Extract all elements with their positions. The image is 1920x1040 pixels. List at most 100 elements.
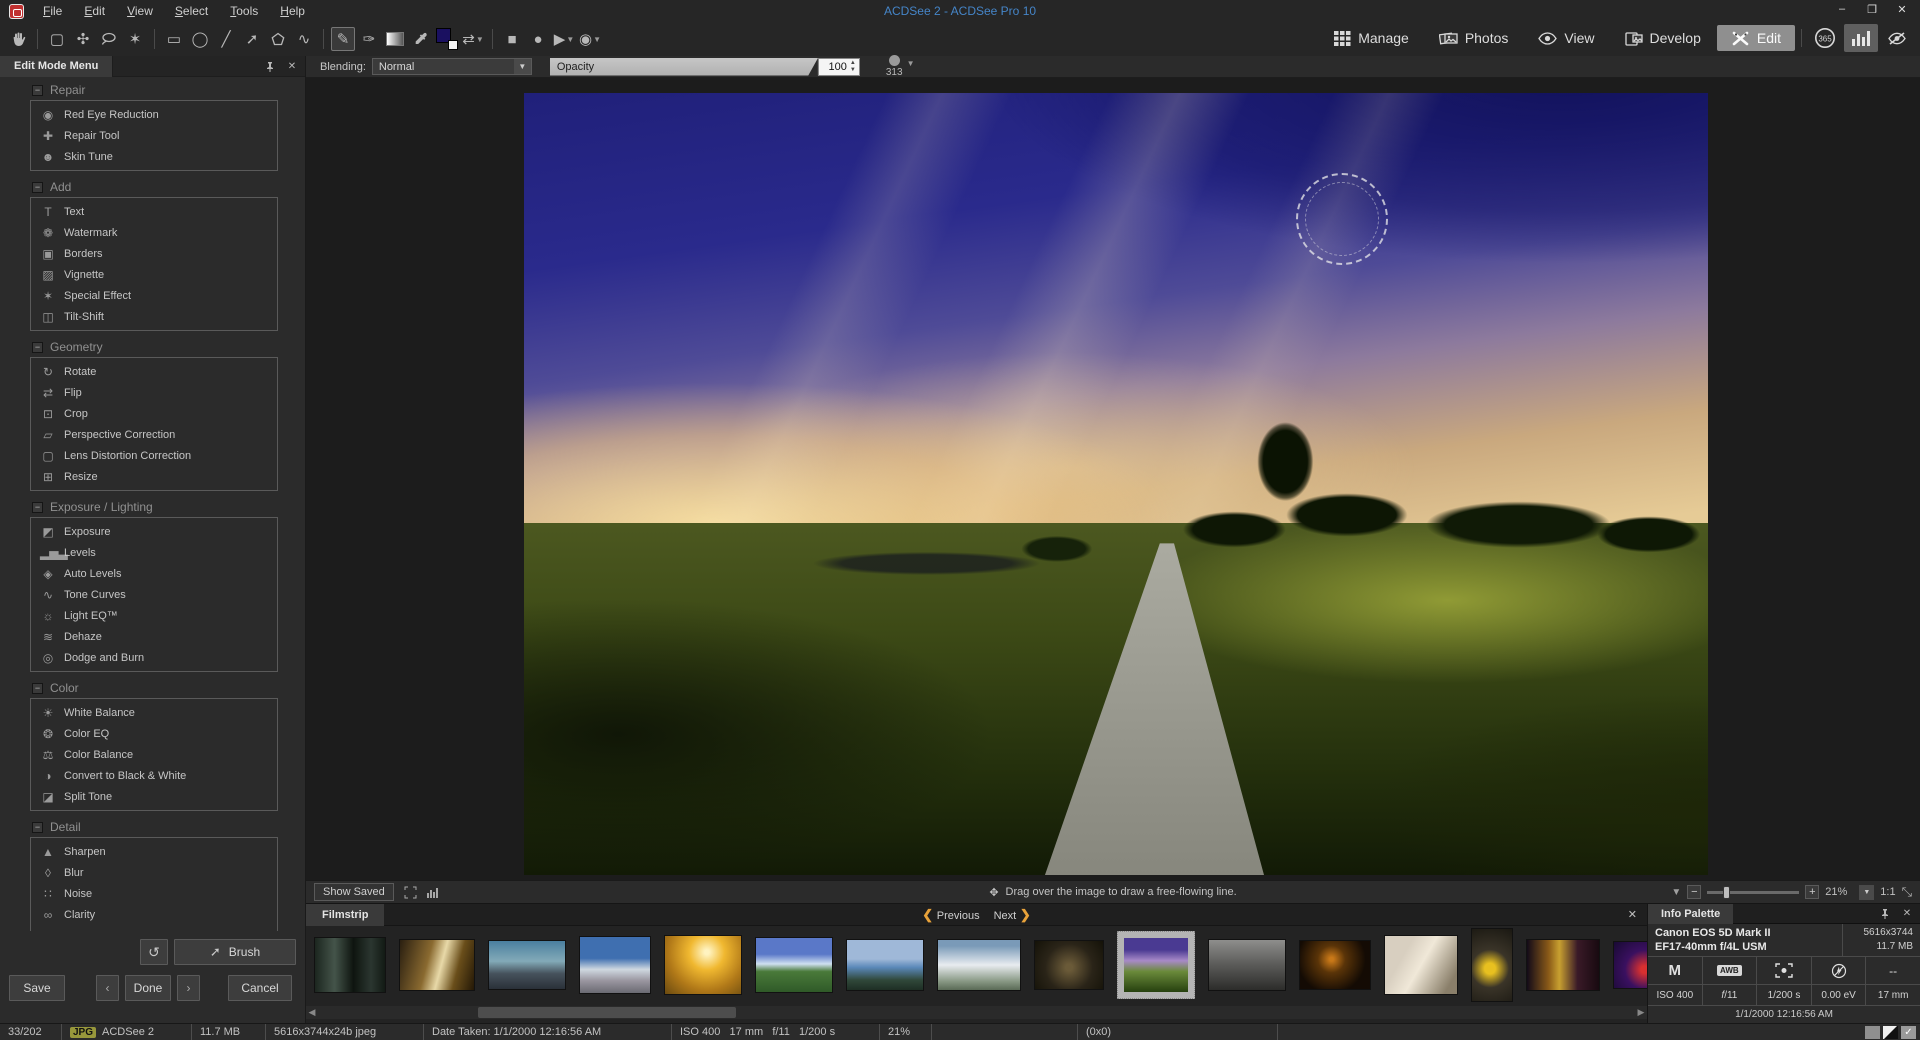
menu-item-white-balance[interactable]: ☀White Balance [31, 702, 277, 723]
menu-item-blur[interactable]: ◊Blur [31, 862, 277, 883]
opacity-value-input[interactable]: 100 ▲▼ [818, 58, 860, 76]
next-arrow-button[interactable]: › [177, 975, 200, 1001]
thumbnail-city-sky[interactable] [579, 936, 651, 994]
marquee-select-tool-icon[interactable]: ▢ [45, 27, 69, 51]
thumbnail-night-bottles[interactable] [1526, 939, 1600, 991]
photo-preview[interactable] [524, 93, 1708, 875]
menu-item-split-tone[interactable]: ◪Split Tone [31, 786, 277, 807]
mode-button-edit[interactable]: Edit [1717, 25, 1795, 51]
menu-item-perspective-correction[interactable]: ▱Perspective Correction [31, 424, 277, 445]
menu-item-watermark[interactable]: ❁Watermark [31, 222, 277, 243]
ellipse-shape-tool-icon[interactable]: ◯ [188, 27, 212, 51]
zoom-in-button[interactable]: + [1805, 885, 1819, 899]
menu-item-vignette[interactable]: ▨Vignette [31, 264, 277, 285]
menu-item-dehaze[interactable]: ≋Dehaze [31, 626, 277, 647]
close-icon[interactable]: ✕ [1628, 908, 1637, 921]
save-button[interactable]: Save [9, 975, 65, 1001]
thumbnail-meadow-sun[interactable] [755, 937, 833, 993]
zoom-slider-knob[interactable] [1723, 886, 1730, 899]
mode-button-manage[interactable]: Manage [1320, 25, 1423, 51]
polygon-shape-tool-icon[interactable] [266, 27, 290, 51]
menu-item-special-effect[interactable]: ✶Special Effect [31, 285, 277, 306]
image-canvas[interactable]: Show Saved ✥ Drag over the image to draw… [306, 78, 1920, 903]
pin-icon[interactable] [1878, 907, 1892, 921]
collapse-icon[interactable]: − [32, 342, 43, 353]
previous-button[interactable]: ❮ Previous [922, 907, 979, 923]
collapse-triangle-icon[interactable]: ▼ [1671, 887, 1681, 898]
fullscreen-icon[interactable] [404, 886, 417, 899]
menu-item-clarity[interactable]: ∞Clarity [31, 904, 277, 925]
menu-item-dodge-and-burn[interactable]: ◎Dodge and Burn [31, 647, 277, 668]
menu-item-exposure[interactable]: ◩Exposure [31, 521, 277, 542]
menu-item-rotate[interactable]: ↻Rotate [31, 361, 277, 382]
menu-item-lens-distortion-correction[interactable]: ▢Lens Distortion Correction [31, 445, 277, 466]
opacity-slider[interactable]: Opacity [550, 58, 818, 76]
thumbnail-light-trails[interactable] [399, 939, 475, 991]
close-icon[interactable]: ✕ [285, 59, 299, 73]
close-icon[interactable]: ✕ [1900, 907, 1914, 921]
menu-item-tilt-shift[interactable]: ◫Tilt-Shift [31, 306, 277, 327]
zoom-dropdown-button[interactable]: ▼ [1859, 885, 1874, 900]
collapse-icon[interactable]: − [32, 502, 43, 513]
rectangle-shape-tool-icon[interactable]: ▭ [162, 27, 186, 51]
scrollbar-handle[interactable] [478, 1007, 736, 1018]
arrow-shape-tool-icon[interactable]: ➚ [240, 27, 264, 51]
group-header[interactable]: −Detail [0, 820, 305, 834]
restore-button[interactable]: ❐ [1858, 0, 1886, 18]
menu-item-color-balance[interactable]: ⚖Color Balance [31, 744, 277, 765]
thumbnail-big-cloud[interactable] [937, 939, 1021, 991]
thumbnail-misty-trees[interactable] [1208, 939, 1286, 991]
fit-image-icon[interactable]: ⤡ [1902, 884, 1912, 900]
edit-mode-menu-tab[interactable]: Edit Mode Menu [0, 56, 113, 77]
stop-record-button-icon[interactable]: ■ [500, 27, 524, 51]
menu-view[interactable]: View [118, 2, 162, 20]
next-button[interactable]: Next ❯ [994, 907, 1031, 923]
menu-item-resize[interactable]: ⊞Resize [31, 466, 277, 487]
pan-tool-icon[interactable] [6, 27, 30, 51]
thumbnail-sunset-field[interactable] [664, 935, 742, 995]
play-button-icon[interactable]: ▶▼ [552, 27, 576, 51]
status-check-icon[interactable]: ✓ [1901, 1026, 1916, 1039]
acdsee-365-icon[interactable]: 365 [1808, 24, 1842, 52]
menu-tools[interactable]: Tools [221, 2, 267, 20]
collapse-icon[interactable]: − [32, 683, 43, 694]
brush-button[interactable]: ➚ Brush [174, 939, 296, 965]
menu-item-crop[interactable]: ⊡Crop [31, 403, 277, 424]
info-palette-tab[interactable]: Info Palette [1648, 904, 1733, 924]
show-saved-button[interactable]: Show Saved [314, 883, 394, 901]
menu-item-noise[interactable]: ∷Noise [31, 883, 277, 904]
menu-item-color-eq[interactable]: ❂Color EQ [31, 723, 277, 744]
group-header[interactable]: −Exposure / Lighting [0, 500, 305, 514]
thumbnail-lake-person[interactable] [846, 939, 924, 991]
brush-nib-control[interactable]: 313 ▼ [886, 55, 915, 78]
menu-item-text[interactable]: TText [31, 201, 277, 222]
menu-item-levels[interactable]: ▂▅▃Levels [31, 542, 277, 563]
menu-help[interactable]: Help [271, 2, 314, 20]
mode-button-view[interactable]: View [1524, 25, 1608, 51]
private-eye-icon[interactable] [1880, 24, 1914, 52]
spinner-icon[interactable]: ▲▼ [848, 59, 858, 75]
mode-button-photos[interactable]: Photos [1425, 25, 1523, 51]
chevron-down-icon[interactable]: ▼ [907, 59, 915, 68]
scroll-right-arrow[interactable]: ▶ [1635, 1006, 1647, 1019]
menu-file[interactable]: File [34, 2, 71, 20]
status-square-icon[interactable] [1865, 1026, 1880, 1039]
scroll-left-arrow[interactable]: ◀ [306, 1006, 318, 1019]
thumbnail-mountains[interactable] [488, 940, 566, 990]
collapse-icon[interactable]: − [32, 85, 43, 96]
smudge-brush-tool-icon[interactable]: ✑ [357, 27, 381, 51]
gradient-fill-tool-icon[interactable] [383, 27, 407, 51]
line-shape-tool-icon[interactable]: ╱ [214, 27, 238, 51]
group-header[interactable]: −Add [0, 180, 305, 194]
thumbnail-forest-path[interactable] [1034, 940, 1104, 990]
group-header[interactable]: −Color [0, 681, 305, 695]
eyedropper-tool-icon[interactable] [409, 27, 433, 51]
group-header[interactable]: −Geometry [0, 340, 305, 354]
mode-button-develop[interactable]: Develop [1611, 25, 1715, 51]
menu-item-convert-to-black-white[interactable]: ◑Convert to Black & White [31, 765, 277, 786]
collapse-icon[interactable]: − [32, 182, 43, 193]
menu-item-skin-tune[interactable]: ☻Skin Tune [31, 146, 277, 167]
thumbnail-street-light[interactable] [1299, 940, 1371, 990]
menu-item-sharpen[interactable]: ▲Sharpen [31, 841, 277, 862]
curve-shape-tool-icon[interactable]: ∿ [292, 27, 316, 51]
